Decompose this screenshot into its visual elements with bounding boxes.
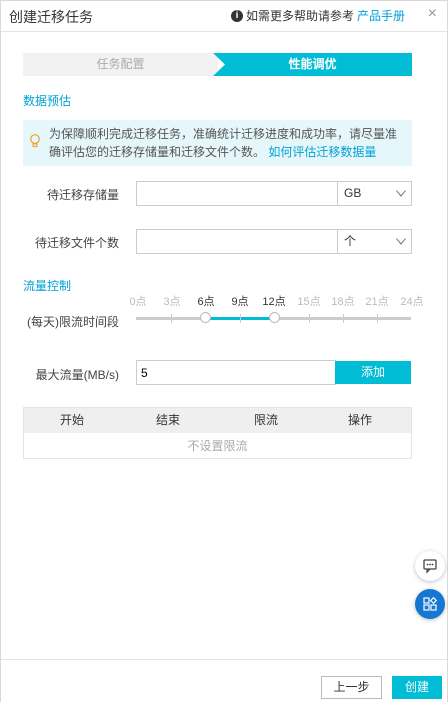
- time-range-label: (每天)限流时间段: [27, 315, 119, 329]
- previous-step-button[interactable]: 上一步: [321, 676, 382, 699]
- product-manual-link[interactable]: 产品手册: [357, 7, 405, 24]
- max-flow-input[interactable]: [136, 360, 336, 385]
- help-hint: i 如需更多帮助请参考 产品手册: [230, 7, 405, 24]
- max-flow-label: 最大流量(MB/s): [35, 368, 119, 382]
- dialog-footer: 上一步 创建: [1, 659, 447, 702]
- chevron-down-icon: [396, 190, 406, 197]
- dialog-title: 创建迁移任务: [9, 9, 93, 25]
- add-limit-button[interactable]: 添加: [335, 361, 411, 384]
- storage-input[interactable]: [136, 181, 338, 206]
- info-icon: i: [230, 9, 243, 22]
- column-header-actions: 操作: [347, 413, 372, 427]
- tick-label: 15点: [297, 296, 321, 308]
- tick-label: 18点: [331, 296, 355, 308]
- estimate-notice: 为保障顺利完成迁移任务，准确统计迁移进度和成功率，请尽量准确评估您的迁移存储量和…: [23, 120, 412, 166]
- slider-notch: [240, 314, 241, 323]
- feedback-float-button[interactable]: [415, 551, 445, 581]
- table-header: 开始 结束 限流 操作: [24, 408, 411, 433]
- step-indicator: 任务配置 性能调优: [23, 53, 412, 76]
- create-migration-dialog: 创建迁移任务 i 如需更多帮助请参考 产品手册 × 任务配置 性能调优 数据预估…: [0, 0, 448, 702]
- close-icon[interactable]: ×: [428, 5, 437, 23]
- flow-section-title: 流量控制: [23, 279, 72, 293]
- slider-start-handle[interactable]: [200, 312, 211, 323]
- step-task-config: 任务配置: [23, 53, 218, 76]
- tick-label: 21点: [365, 296, 389, 308]
- step-performance-tuning: 性能调优: [213, 53, 412, 76]
- help-text: 如需更多帮助请参考: [245, 9, 354, 23]
- tick-label: 12点: [262, 296, 286, 308]
- file-count-unit-value: 个: [344, 234, 357, 248]
- slider-notch: [343, 314, 344, 323]
- create-button[interactable]: 创建: [392, 676, 442, 699]
- chat-icon: [423, 559, 437, 574]
- storage-label: 待迁移存储量: [46, 188, 119, 202]
- apps-icon: [423, 596, 438, 611]
- slider-notch: [309, 314, 310, 323]
- slider-notch: [377, 314, 378, 323]
- storage-unit-select[interactable]: GB: [337, 181, 412, 206]
- storage-unit-value: GB: [344, 186, 362, 200]
- lightbulb-icon: [30, 134, 40, 148]
- column-header-start: 开始: [59, 413, 84, 427]
- column-header-limit: 限流: [253, 413, 278, 427]
- tick-label: 0点: [129, 296, 147, 308]
- tick-label: 24点: [400, 296, 424, 308]
- tick-label: 3点: [163, 296, 181, 308]
- file-count-unit-select[interactable]: 个: [337, 229, 412, 254]
- estimate-guide-link[interactable]: 如何评估迁移数据量: [268, 145, 376, 159]
- slider-notch: [171, 314, 172, 323]
- file-count-input[interactable]: [136, 229, 338, 254]
- column-header-end: 结束: [155, 413, 180, 427]
- tick-label: 9点: [231, 296, 249, 308]
- flow-limit-table: 开始 结束 限流 操作 不设置限流: [23, 407, 412, 459]
- file-count-label: 待迁移文件个数: [34, 236, 119, 250]
- dialog-header: 创建迁移任务 i 如需更多帮助请参考 产品手册 ×: [1, 1, 447, 32]
- tick-label: 6点: [197, 296, 215, 308]
- table-empty-text: 不设置限流: [187, 439, 248, 453]
- estimate-section-title: 数据预估: [23, 94, 72, 108]
- chevron-down-icon: [396, 238, 406, 245]
- slider-tick-labels: 0点 3点 6点 9点 12点 15点 18点 21点 24点: [126, 293, 426, 308]
- slider-end-handle[interactable]: [269, 312, 280, 323]
- apps-float-button[interactable]: [415, 589, 445, 619]
